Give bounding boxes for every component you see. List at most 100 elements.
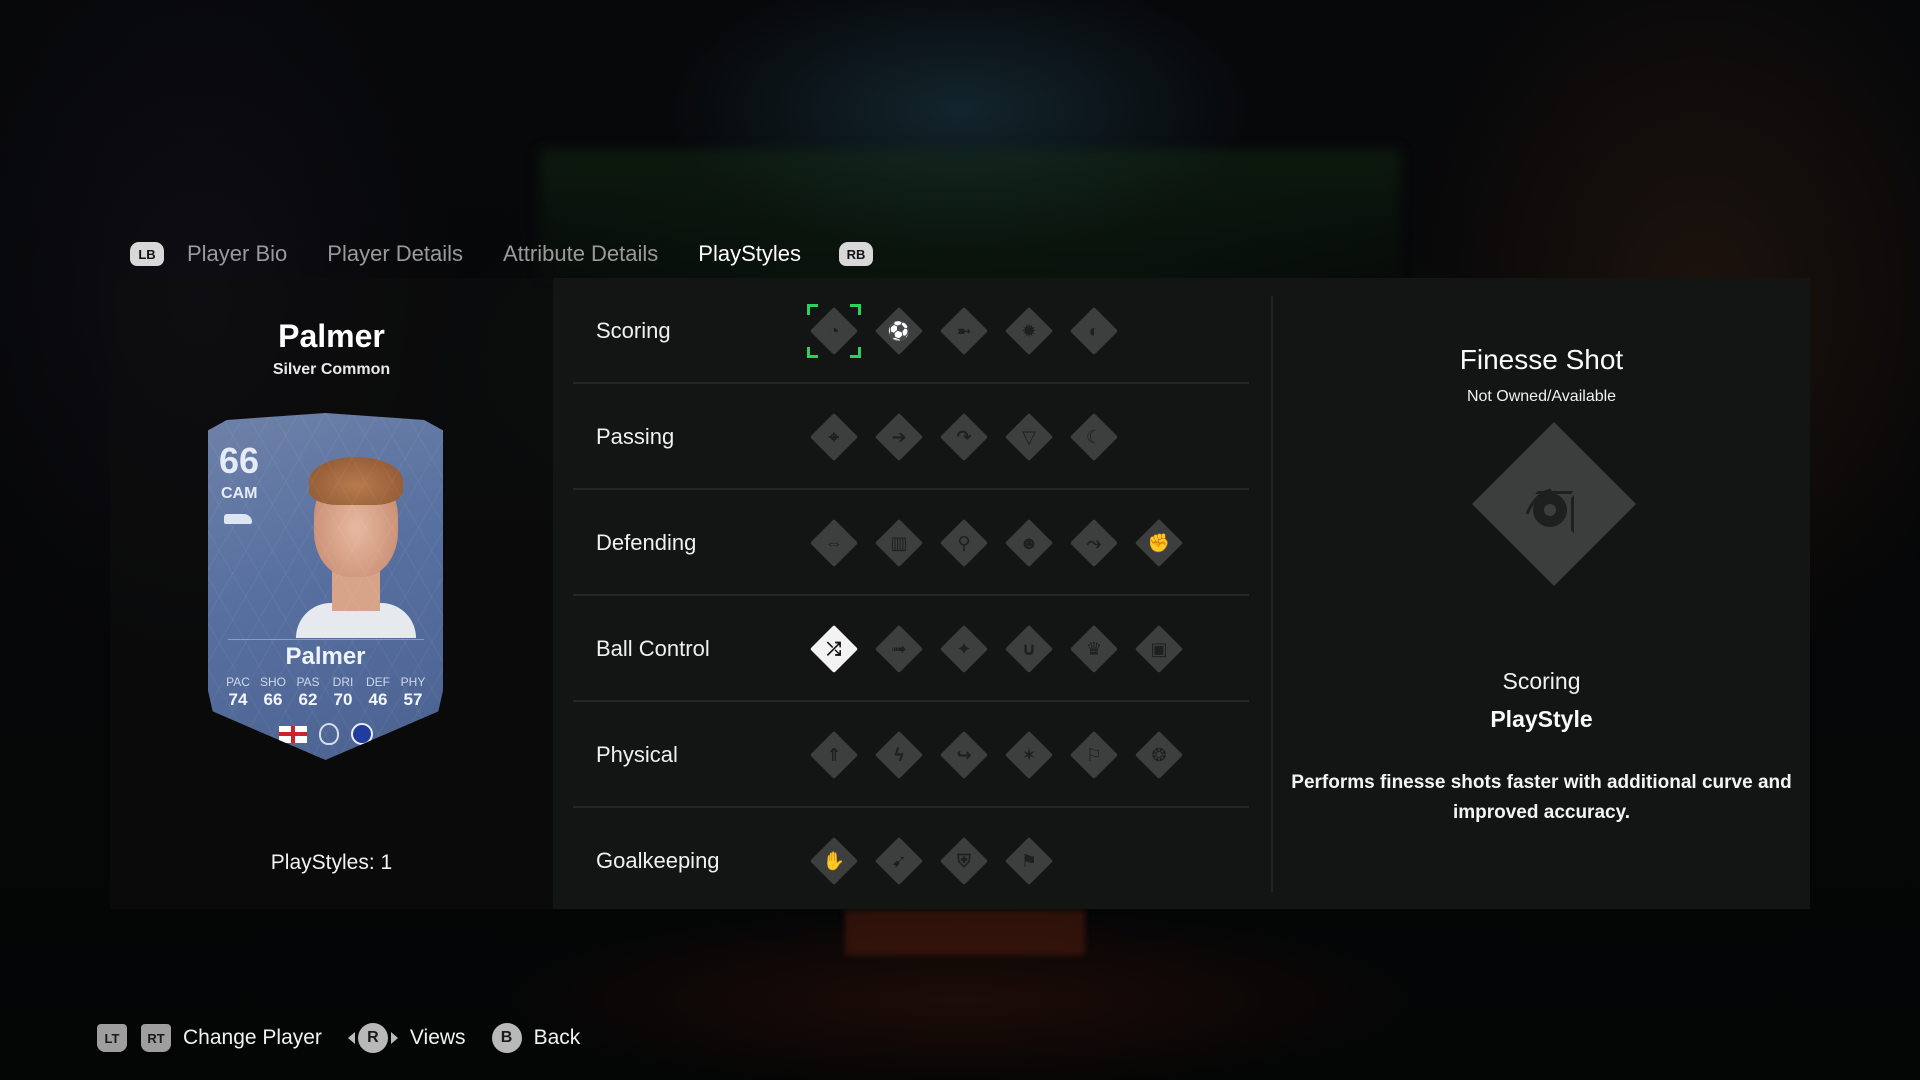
icon-glyph: ⌖ <box>828 426 840 447</box>
icon-glyph: ▣ <box>1150 638 1168 659</box>
icon-glyph: ➟ <box>891 638 907 659</box>
category-list: Scoring ◔ ⚽ ➼ ✹ ◐ Passing ⌖ ➔ ↷ ▽ ☾ Defending ⇔ ▥ ⚲ ☻ ⤳ ✊ B… <box>573 278 1249 914</box>
right-stick-icon[interactable]: R <box>347 1023 398 1053</box>
stat-value: 57 <box>403 690 423 709</box>
premier-league-icon <box>318 723 339 745</box>
block-icon[interactable]: ▥ <box>874 518 924 568</box>
back-label[interactable]: Back <box>534 1026 581 1050</box>
lt-button-icon[interactable]: LT <box>97 1024 127 1052</box>
b-button-icon[interactable]: B <box>491 1023 522 1053</box>
icon-glyph: ▥ <box>890 532 908 553</box>
cross-claimer-icon[interactable]: ⛨ <box>939 836 989 886</box>
views-label[interactable]: Views <box>410 1026 466 1050</box>
category-label: Goalkeeping <box>596 848 720 873</box>
icon-glyph: ⇑ <box>826 744 842 765</box>
chelsea-crest-icon <box>350 723 373 745</box>
stat-value: 62 <box>298 690 318 709</box>
stat-label: PHY <box>400 675 426 689</box>
slide-tackle-icon[interactable]: ⤳ <box>1069 518 1119 568</box>
rapid-icon[interactable]: ➟ <box>874 624 924 674</box>
power-shot-icon[interactable]: ➼ <box>939 306 989 356</box>
icon-glyph: ❂ <box>1151 744 1167 765</box>
stat-value: 66 <box>263 690 283 709</box>
playstyle-icons: ✋ ➹ ⛨ ⚑ <box>809 836 1054 886</box>
card-stats: PAC 74 SHO 66 PAS 62 DRI 70 DEF 46 PHY 57 <box>222 675 429 710</box>
relentless-icon[interactable]: ϟ <box>874 730 924 780</box>
tab-player-details[interactable]: Player Details <box>327 241 463 267</box>
card-name: Palmer <box>285 643 366 670</box>
lb-button-icon[interactable]: LB <box>130 242 164 266</box>
acrobatic-icon[interactable]: ✶ <box>1004 730 1054 780</box>
stat-pas: PAS 62 <box>292 675 324 710</box>
stat-label: PAC <box>226 675 250 689</box>
intercept-icon[interactable]: ⚲ <box>939 518 989 568</box>
icon-glyph: ▽ <box>1022 426 1036 447</box>
playstyle-detail: Finesse Shot Not Owned/Available Scoring… <box>1273 278 1810 909</box>
icon-glyph: ϟ <box>894 744 904 765</box>
stat-value: 74 <box>228 690 248 709</box>
press-proven-icon[interactable]: ▣ <box>1134 624 1184 674</box>
chip-shot-icon[interactable]: ⚽ <box>874 306 924 356</box>
anticipate-icon[interactable]: ☻ <box>1004 518 1054 568</box>
dead-ball-icon[interactable]: ✹ <box>1004 306 1054 356</box>
stat-value: 46 <box>368 690 388 709</box>
r-stick-button: R <box>357 1023 388 1053</box>
rush-out-icon[interactable]: ⚑ <box>1004 836 1054 886</box>
icon-glyph: ➔ <box>891 426 907 447</box>
selection-corner <box>807 347 818 358</box>
icon-glyph: ⚲ <box>957 532 971 553</box>
tab-attribute-details[interactable]: Attribute Details <box>503 241 658 267</box>
player-name: Palmer <box>278 318 385 354</box>
finesse-shot-icon[interactable]: ◔ <box>807 304 861 358</box>
category-label: Scoring <box>596 318 671 343</box>
stat-dri: DRI 70 <box>327 675 359 710</box>
detail-title: Finesse Shot <box>1459 344 1624 375</box>
card-divider <box>228 639 424 640</box>
whipped-pass-icon[interactable]: ☾ <box>1069 412 1119 462</box>
footwork-icon[interactable]: ➹ <box>874 836 924 886</box>
long-ball-pass-icon[interactable]: ↷ <box>939 412 989 462</box>
technical-icon[interactable]: ⤮ <box>809 624 859 674</box>
playstyles-count: PlayStyles: 1 <box>270 851 393 874</box>
boot-icon <box>224 514 252 524</box>
tab-player-bio[interactable]: Player Bio <box>187 241 287 267</box>
icon-glyph: ⛨ <box>957 850 971 871</box>
detail-status: Not Owned/Available <box>1466 388 1617 405</box>
card-rating: 66 <box>219 440 260 481</box>
pinged-pass-icon[interactable]: ➔ <box>874 412 924 462</box>
tab-playstyles[interactable]: PlayStyles <box>698 241 801 267</box>
playstyles-panel: Scoring ◔ ⚽ ➼ ✹ ◐ Passing ⌖ ➔ ↷ ▽ ☾ Defending ⇔ ▥ ⚲ ☻ ⤳ ✊ B… <box>553 278 1810 909</box>
stat-label: DRI <box>332 675 354 689</box>
change-player-label[interactable]: Change Player <box>183 1026 322 1050</box>
stat-def: DEF 46 <box>362 675 394 710</box>
flair-icon[interactable]: ✦ <box>939 624 989 674</box>
incisive-pass-icon[interactable]: ⌖ <box>809 412 859 462</box>
controller-hints: LT RT Change Player R Views B Back <box>97 1021 606 1055</box>
player-neck <box>332 571 380 611</box>
trickster-icon[interactable]: ♛ <box>1069 624 1119 674</box>
jockey-icon[interactable]: ⇔ <box>809 518 859 568</box>
background-light <box>845 910 1085 955</box>
trivela-icon[interactable]: ↪ <box>939 730 989 780</box>
stat-label: PAS <box>296 675 320 689</box>
icon-glyph: ◐ <box>1088 320 1100 341</box>
category-row-goalkeeping: Goalkeeping ✋ ➹ ⛨ ⚑ <box>573 808 1249 914</box>
icon-glyph: ⚽ <box>887 320 911 341</box>
player-photo <box>296 453 416 638</box>
bruiser-icon[interactable]: ✊ <box>1134 518 1184 568</box>
playstyle-icons: ⇑ ϟ ↪ ✶ ⚐ ❂ <box>809 730 1184 780</box>
icon-glyph: ✹ <box>1021 320 1037 341</box>
quick-step-icon[interactable]: ⇑ <box>809 730 859 780</box>
tiki-taka-icon[interactable]: ▽ <box>1004 412 1054 462</box>
aerial-icon[interactable]: ❂ <box>1134 730 1184 780</box>
icon-glyph: ✊ <box>1147 532 1171 553</box>
power-header-icon[interactable]: ◐ <box>1069 306 1119 356</box>
arrow-left-icon <box>347 1032 355 1044</box>
rt-button-icon[interactable]: RT <box>141 1024 171 1052</box>
selection-corner <box>850 347 861 358</box>
detail-description: Performs finesse shots faster with addit… <box>1291 772 1792 823</box>
rb-button-icon[interactable]: RB <box>839 242 874 266</box>
long-throw-icon[interactable]: ⚐ <box>1069 730 1119 780</box>
first-touch-icon[interactable]: ∪ <box>1004 624 1054 674</box>
far-throw-icon[interactable]: ✋ <box>809 836 859 886</box>
